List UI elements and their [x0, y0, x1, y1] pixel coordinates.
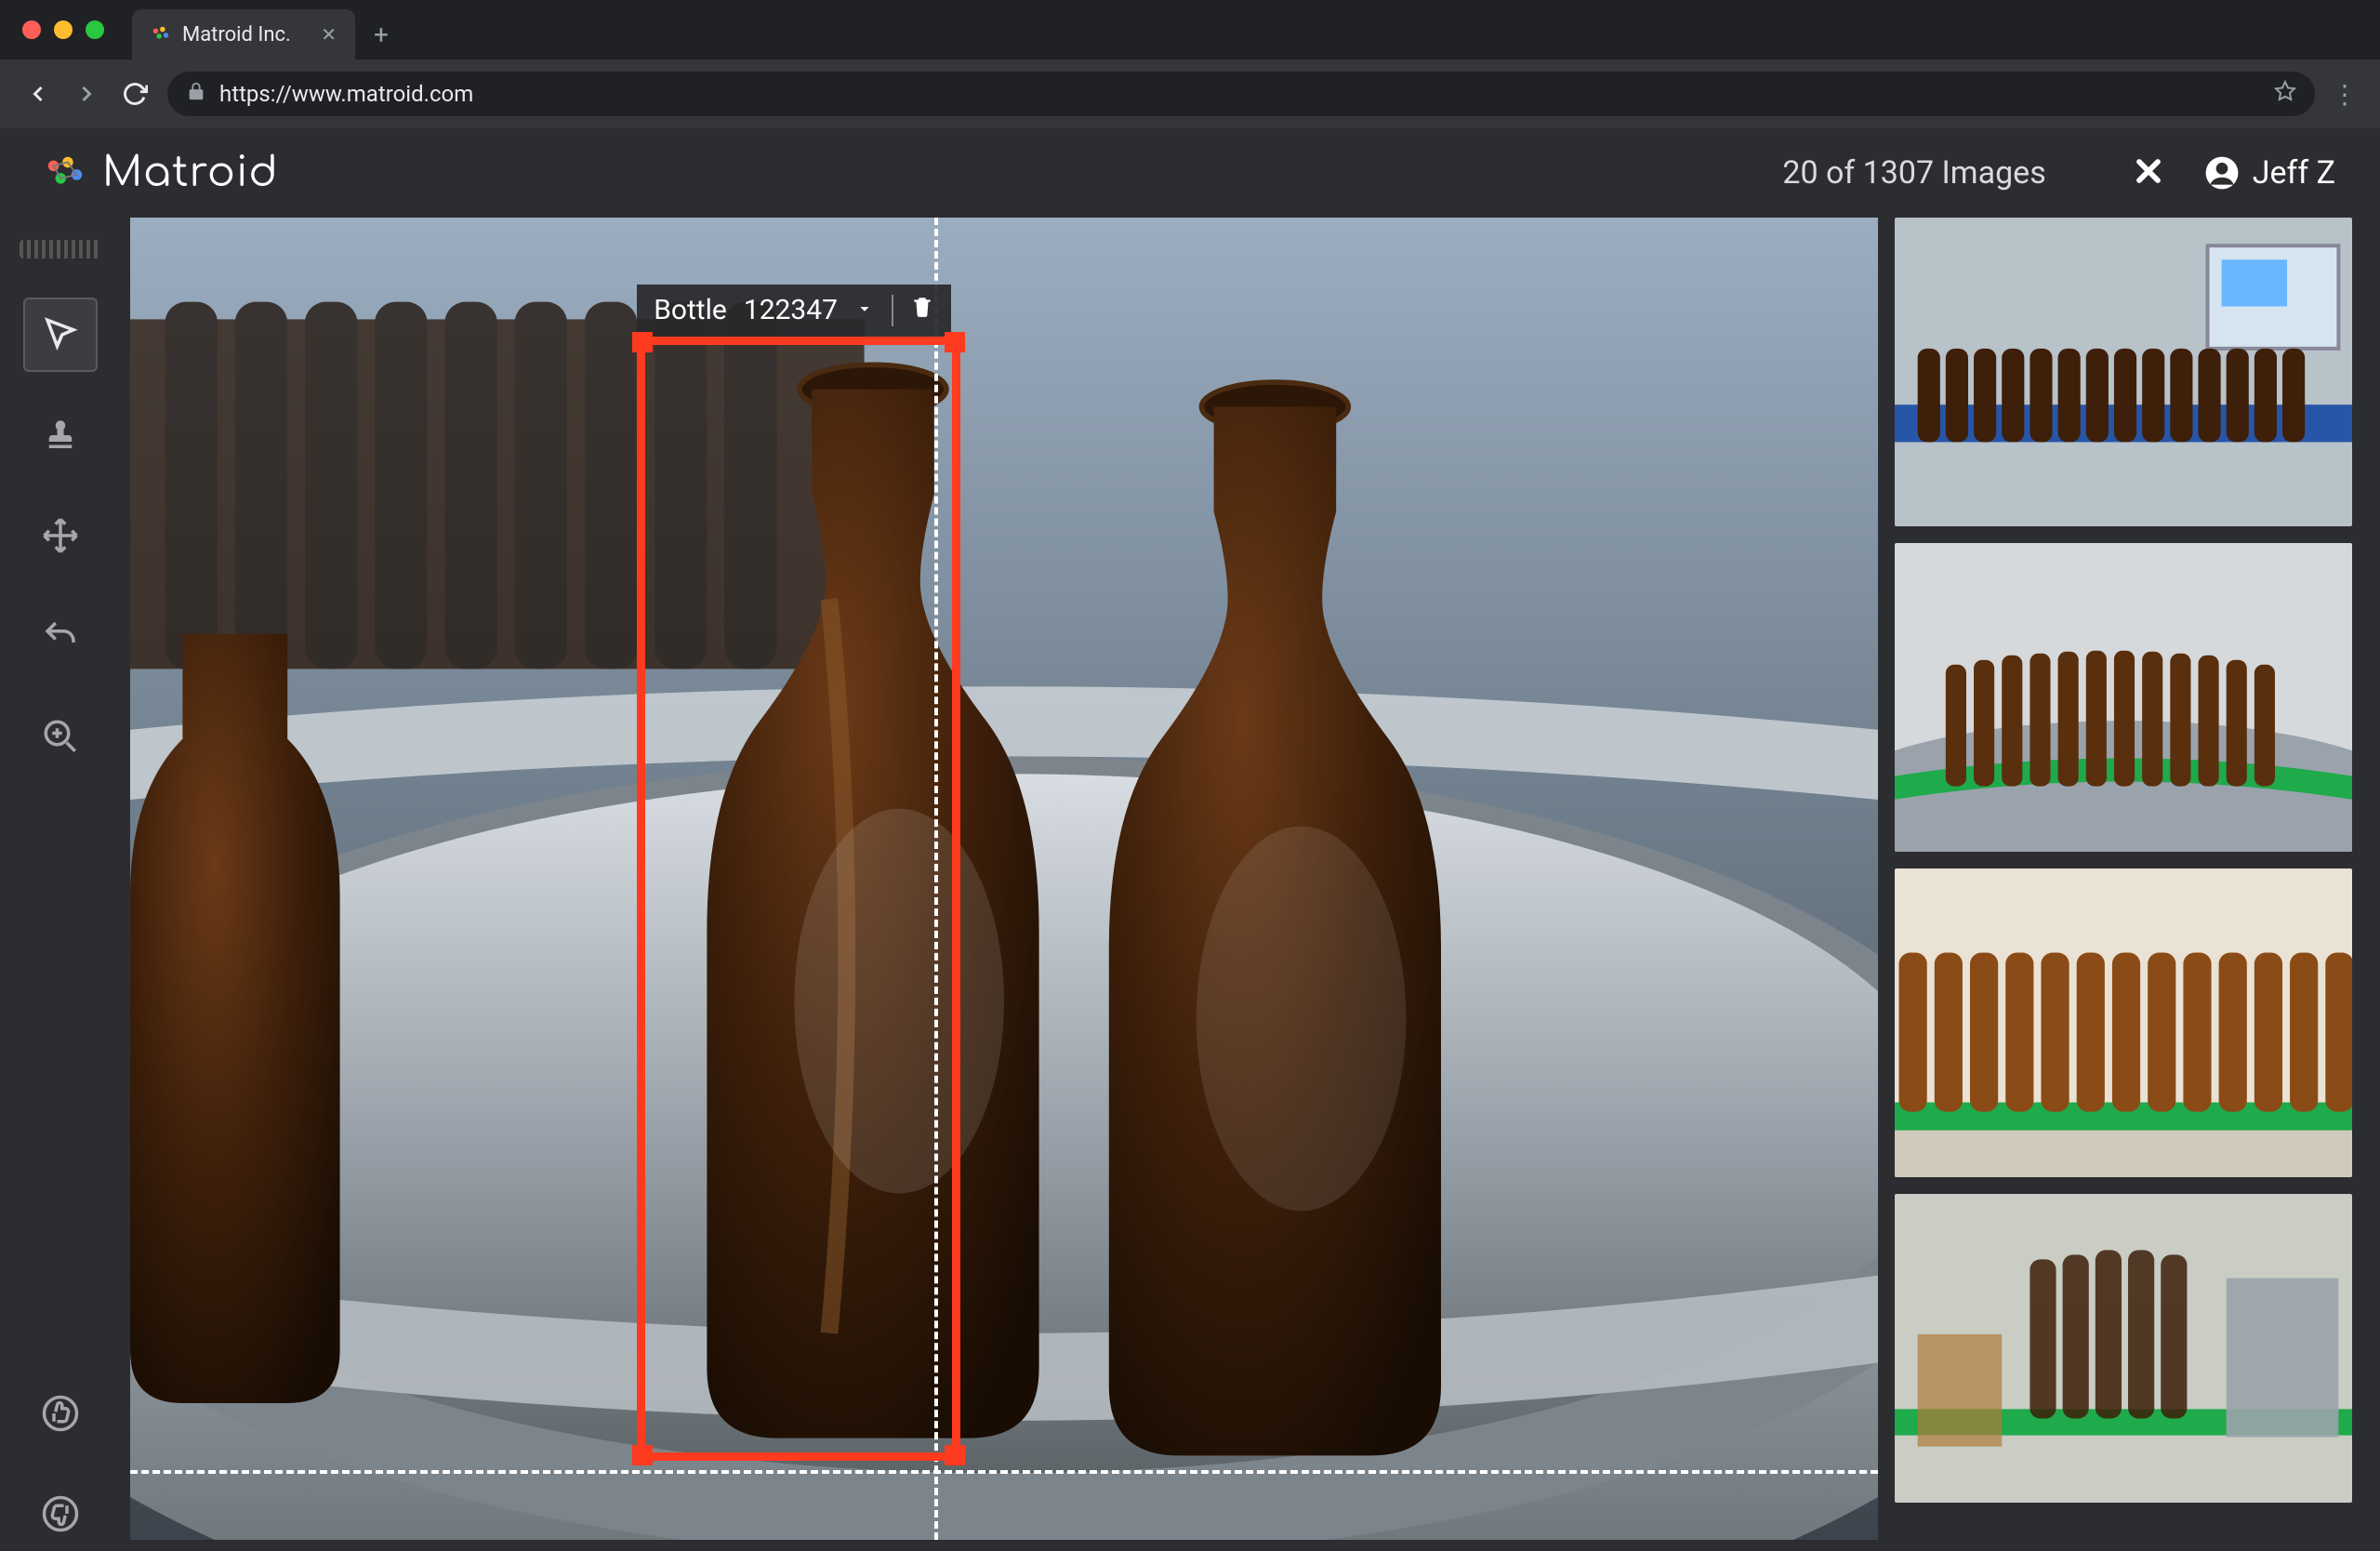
lock-icon: [186, 81, 206, 107]
window-controls: [22, 20, 104, 39]
bbox-handle-br[interactable]: [945, 1445, 965, 1465]
thumbnail-rail: [1878, 218, 2380, 1551]
reload-button[interactable]: [119, 78, 151, 110]
url-text: https://www.matroid.com: [219, 81, 473, 107]
bounding-box[interactable]: [637, 337, 960, 1461]
thumbnail[interactable]: [1895, 218, 2352, 526]
back-button[interactable]: [22, 78, 54, 110]
tool-sidebar: [0, 218, 121, 1551]
user-name: Jeff Z: [2253, 154, 2335, 192]
window-zoom-icon[interactable]: [86, 20, 104, 39]
thumbnail[interactable]: [1895, 1194, 2352, 1503]
stamp-tool[interactable]: [23, 398, 98, 472]
bbox-handle-tl[interactable]: [632, 332, 653, 352]
drag-handle-icon[interactable]: [20, 240, 101, 258]
crosshair-horizontal: [130, 1470, 1878, 1474]
annotation-class-name: Bottle: [654, 294, 727, 326]
image-counter: 20 of 1307 Images: [1782, 154, 2045, 192]
user-avatar-icon: [2204, 155, 2240, 191]
label-dropdown-icon[interactable]: [854, 294, 875, 326]
browser-chrome: Matroid Inc. ✕ + https://www.matroid.com…: [0, 0, 2380, 128]
logo-mark-icon: [45, 154, 87, 192]
window-close-icon[interactable]: [22, 20, 41, 39]
thumbnail[interactable]: [1895, 543, 2352, 852]
browser-tab[interactable]: Matroid Inc. ✕: [132, 9, 355, 60]
overflow-menu-icon[interactable]: ⋮: [2332, 79, 2358, 110]
app-root: Matroid 20 of 1307 Images Jeff Z: [0, 128, 2380, 1551]
reject-button[interactable]: [23, 1477, 98, 1551]
favicon-icon: [151, 24, 171, 45]
bookmark-star-icon[interactable]: [2274, 80, 2296, 108]
separator: [892, 295, 893, 326]
bbox-handle-bl[interactable]: [632, 1445, 653, 1465]
main-image: [130, 218, 1878, 1540]
tab-close-icon[interactable]: ✕: [321, 23, 337, 46]
url-bar[interactable]: https://www.matroid.com: [167, 72, 2315, 116]
app-header: Matroid 20 of 1307 Images Jeff Z: [0, 128, 2380, 218]
brand-logo[interactable]: Matroid: [45, 151, 279, 196]
forward-button[interactable]: [71, 78, 102, 110]
new-tab-button[interactable]: +: [374, 20, 389, 50]
brand-name: Matroid: [102, 151, 279, 196]
app-body: Bottle 122347: [0, 218, 2380, 1551]
tab-title: Matroid Inc.: [182, 23, 291, 46]
pointer-tool[interactable]: [23, 298, 98, 372]
thumbnail[interactable]: [1895, 868, 2352, 1177]
browser-toolbar: https://www.matroid.com ⋮: [0, 60, 2380, 128]
zoom-in-tool[interactable]: [23, 699, 98, 774]
annotation-label: Bottle 122347: [637, 285, 951, 337]
move-tool[interactable]: [23, 498, 98, 573]
user-menu[interactable]: Jeff Z: [2204, 154, 2335, 192]
titlebar: Matroid Inc. ✕ +: [0, 0, 2380, 60]
approve-button[interactable]: [23, 1376, 98, 1451]
window-minimize-icon[interactable]: [54, 20, 73, 39]
bbox-handle-tr[interactable]: [945, 332, 965, 352]
undo-tool[interactable]: [23, 599, 98, 673]
delete-annotation-icon[interactable]: [910, 294, 934, 326]
close-button[interactable]: [2130, 152, 2167, 193]
annotation-id: 122347: [744, 294, 838, 326]
annotation-canvas[interactable]: Bottle 122347: [130, 218, 1878, 1540]
header-actions: Jeff Z: [2130, 152, 2335, 193]
